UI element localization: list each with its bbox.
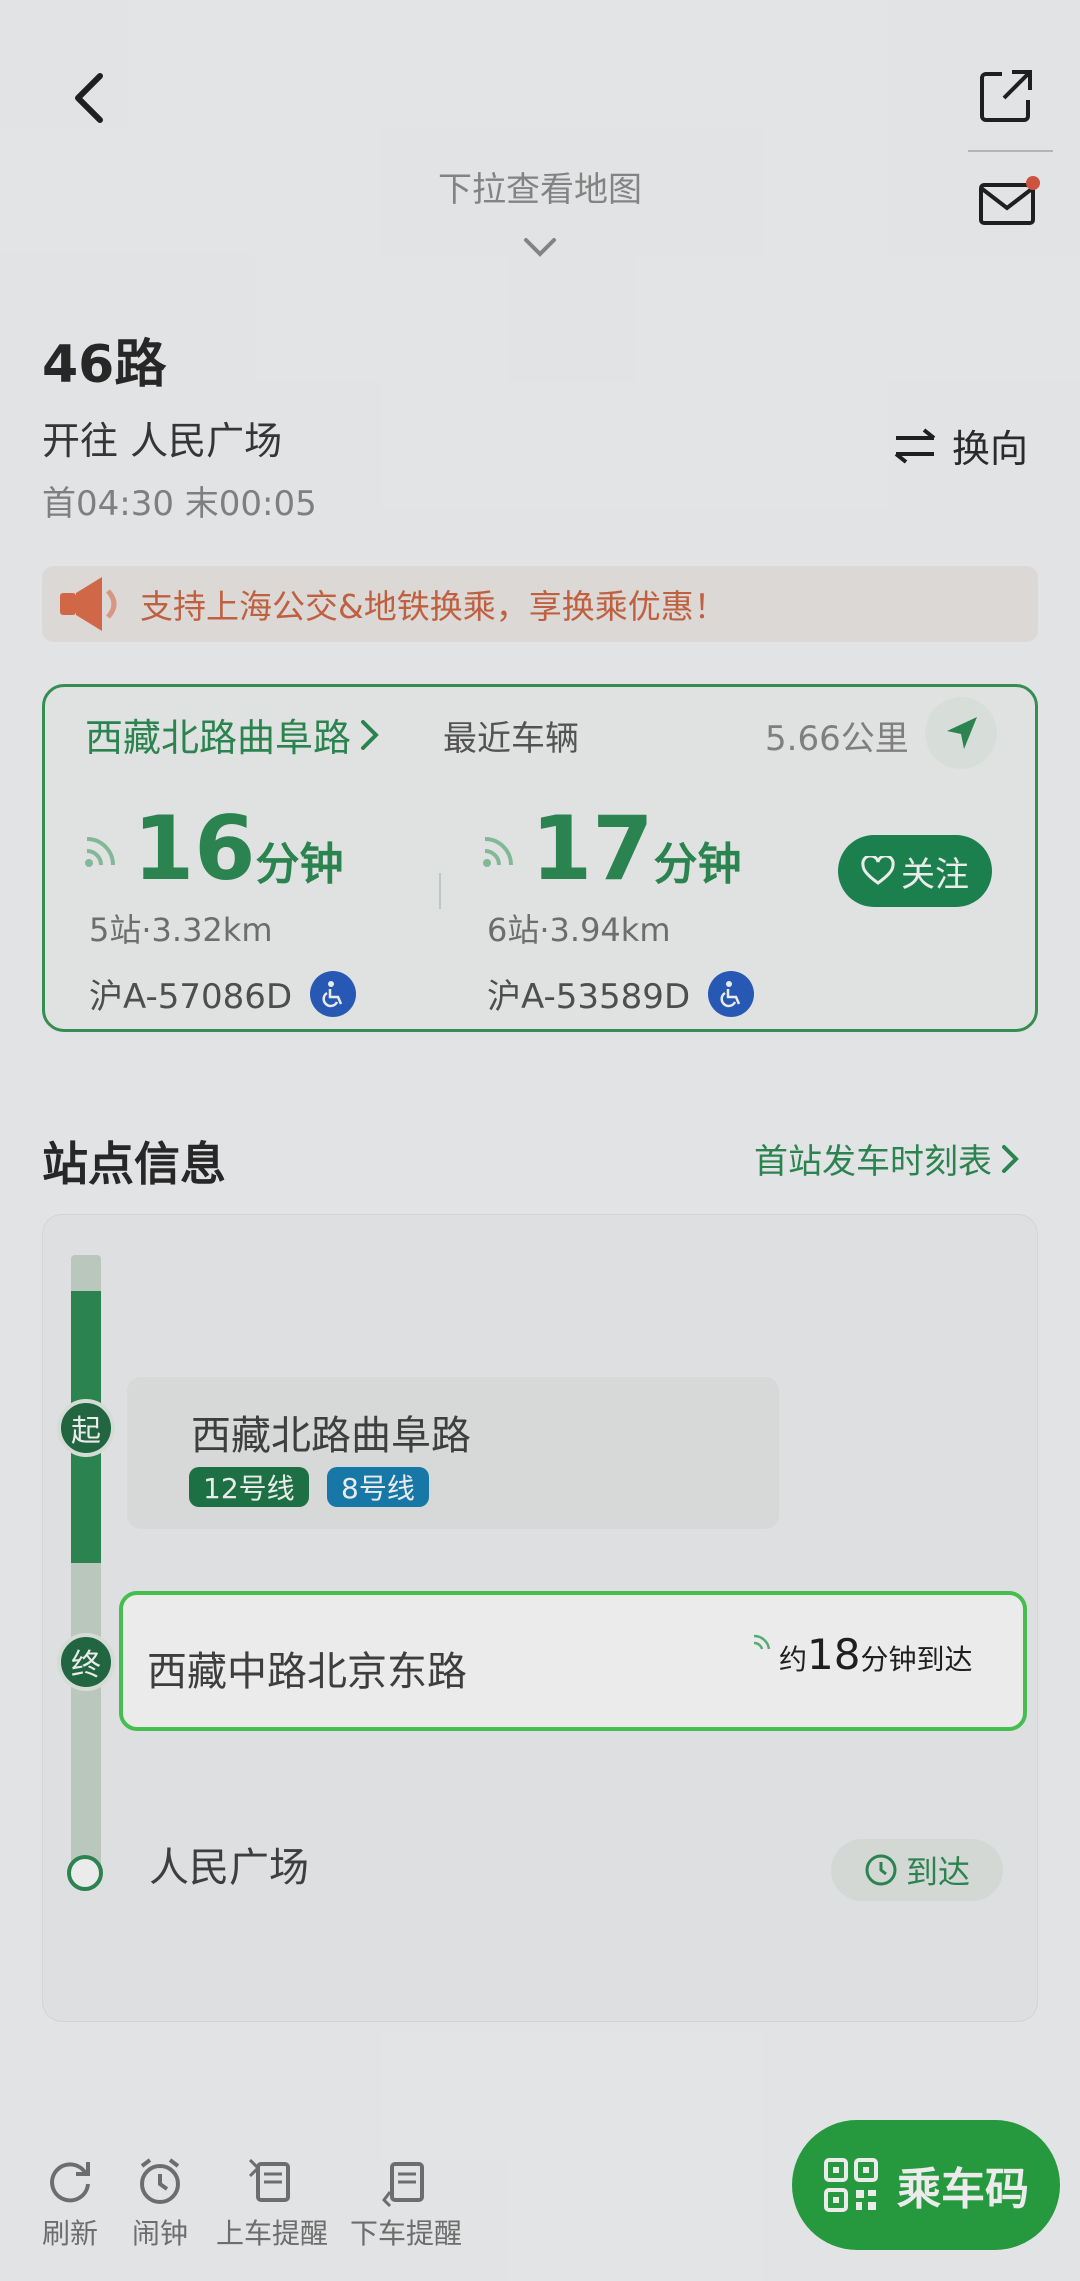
start-badge: 起	[57, 1399, 115, 1457]
chevron-down-icon[interactable]	[520, 234, 560, 260]
chevron-right-icon	[1002, 1144, 1019, 1173]
route-direction: 开往 人民广场	[42, 419, 283, 463]
eta-prefix: 约	[779, 1643, 808, 1676]
route-name: 46路	[42, 335, 167, 395]
eta-unit: 分钟	[255, 839, 344, 890]
ride-code-button[interactable]: 乘车码	[792, 2120, 1060, 2250]
alarm-button[interactable]: 闹钟	[100, 2156, 220, 2252]
banner-text: 支持上海公交&地铁换乘，享换乘优惠！	[140, 587, 727, 626]
heart-icon	[861, 856, 895, 885]
board-reminder-button[interactable]: 上车提醒	[212, 2156, 332, 2252]
alarm-label: 闹钟	[131, 2217, 188, 2250]
station-name: 西藏中路北京东路	[147, 1649, 467, 1695]
realtime-signal-icon	[85, 837, 115, 867]
refresh-icon	[50, 2162, 90, 2203]
alight-reminder-icon	[382, 2162, 424, 2208]
wheelchair-icon	[310, 970, 357, 1017]
timetable-link[interactable]: 首站发车时刻表	[754, 1134, 1020, 1183]
ride-code-label: 乘车码	[897, 2164, 1029, 2215]
station-item-selected[interactable]: 西藏中路北京东路 约18分钟到达	[119, 1591, 1027, 1731]
station-list: 起 西藏北路曲阜路 12号线 8号线 终 西藏中路北京东路 约18分钟到达 人民…	[42, 1214, 1038, 2022]
speaker-icon	[60, 577, 117, 631]
swap-label: 换向	[952, 427, 1029, 471]
bus-eta-1[interactable]: 16 分钟 5站·3.32km 沪A-57086D	[81, 805, 401, 1018]
share-icon[interactable]	[978, 68, 1038, 128]
qr-code-icon	[824, 2158, 878, 2212]
end-badge: 终	[57, 1633, 115, 1691]
page: 下拉查看地图 46路 开往 人民广场 首04:30 末00:05 换向 支持上海…	[0, 0, 1080, 2281]
station-info-title: 站点信息	[42, 1137, 226, 1191]
bus-stops-distance: 6站·3.94km	[487, 911, 671, 949]
current-stop-name: 西藏北路曲阜路	[85, 716, 352, 760]
alight-reminder-button[interactable]: 下车提醒	[346, 2156, 466, 2252]
station-name[interactable]: 人民广场	[149, 1835, 309, 1893]
navigation-arrow-icon	[947, 717, 977, 749]
locate-button[interactable]	[925, 697, 997, 769]
divider	[968, 150, 1053, 152]
follow-label: 关注	[901, 854, 969, 895]
clock-icon	[865, 1854, 897, 1886]
back-icon[interactable]	[70, 70, 130, 130]
timetable-label: 首站发车时刻表	[754, 1142, 992, 1182]
eta-minutes: 18	[807, 1630, 861, 1679]
bus-plate: 沪A-57086D	[89, 977, 293, 1017]
refresh-label: 刷新	[41, 2217, 98, 2250]
chevron-right-icon	[361, 719, 379, 750]
bus-stops-distance: 5站·3.32km	[89, 911, 273, 949]
follow-button[interactable]: 关注	[838, 835, 992, 907]
eta-minutes: 16	[133, 797, 256, 900]
station-eta: 约18分钟到达	[753, 1627, 999, 1684]
alight-reminder-label: 下车提醒	[349, 2217, 462, 2250]
arrive-button[interactable]: 到达	[831, 1839, 1003, 1901]
swap-direction-button[interactable]: 换向	[892, 418, 1028, 473]
stop-distance: 5.66公里	[765, 719, 909, 759]
pull-map-hint[interactable]: 下拉查看地图	[0, 162, 1080, 211]
swap-icon	[894, 427, 936, 464]
metro-line-chip: 8号线	[327, 1467, 429, 1507]
recent-vehicle-label: 最近车辆	[443, 719, 579, 759]
realtime-signal-icon	[483, 837, 513, 867]
alarm-clock-icon	[140, 2158, 180, 2204]
bus-plate: 沪A-53589D	[487, 977, 691, 1017]
eta-minutes: 17	[531, 797, 654, 900]
metro-line-chip: 12号线	[189, 1467, 309, 1507]
current-stop-link[interactable]: 西藏北路曲阜路	[85, 707, 381, 762]
board-reminder-icon	[248, 2158, 290, 2202]
transfer-banner[interactable]: 支持上海公交&地铁换乘，享换乘优惠！	[42, 566, 1038, 642]
nearest-vehicle-card: 西藏北路曲阜路 最近车辆 5.66公里 16 分钟 5站·3.32km 沪A-5…	[42, 684, 1038, 1032]
wheelchair-icon	[708, 970, 755, 1017]
bus-eta-2[interactable]: 17 分钟 6站·3.94km 沪A-53589D	[479, 805, 799, 1018]
eta-unit: 分钟	[653, 839, 742, 890]
station-item[interactable]: 西藏北路曲阜路 12号线 8号线	[127, 1377, 779, 1529]
station-node	[67, 1855, 103, 1891]
service-time: 首04:30 末00:05	[42, 484, 317, 524]
eta-suffix: 分钟到达	[860, 1643, 973, 1676]
arrive-label: 到达	[905, 1853, 970, 1891]
realtime-signal-icon	[753, 1634, 771, 1650]
bus-divider	[439, 873, 441, 909]
station-name: 西藏北路曲阜路	[191, 1413, 471, 1459]
board-reminder-label: 上车提醒	[215, 2217, 328, 2250]
